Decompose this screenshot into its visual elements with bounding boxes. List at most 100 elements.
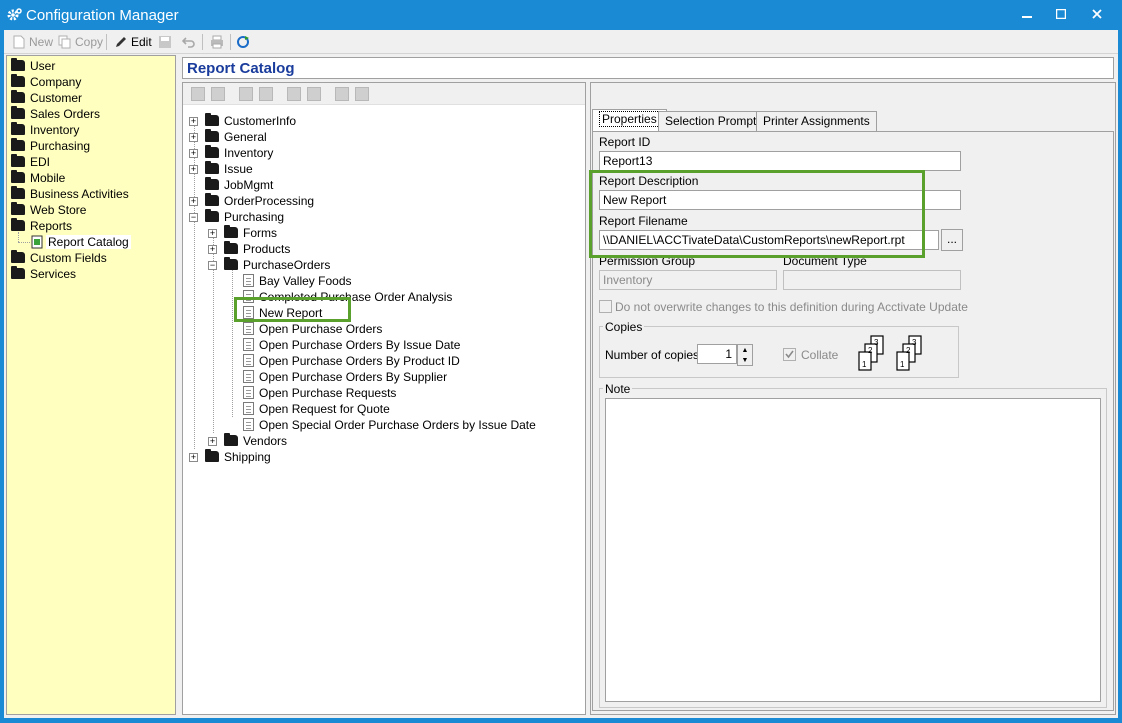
edit-button[interactable]: Edit	[114, 32, 152, 52]
tree-node-inventory[interactable]: + Inventory	[189, 145, 273, 161]
open-folder-icon[interactable]	[191, 87, 205, 101]
folder-icon	[205, 161, 219, 174]
folder-icon	[205, 129, 219, 142]
undo-button[interactable]	[182, 32, 199, 52]
expand-icon[interactable]: +	[189, 117, 198, 126]
tree-report-open-special-order-po[interactable]: Open Special Order Purchase Orders by Is…	[243, 417, 536, 433]
expand-icon[interactable]: +	[189, 133, 198, 142]
tree-report-open-purchase-orders[interactable]: Open Purchase Orders	[243, 321, 382, 337]
tab-printer-assignments[interactable]: Printer Assignments	[756, 111, 877, 131]
nav-item-purchasing[interactable]: Purchasing	[11, 138, 90, 154]
delete-icon[interactable]	[259, 87, 273, 101]
collapse-icon[interactable]: −	[208, 261, 217, 270]
paste-icon[interactable]	[307, 87, 321, 101]
copy-icon[interactable]	[287, 87, 301, 101]
report-id-field[interactable]: Report13	[599, 151, 961, 171]
nav-item-report-catalog[interactable]: Report Catalog	[31, 234, 131, 250]
folder-icon	[11, 170, 25, 183]
search-folder-icon[interactable]	[211, 87, 225, 101]
page-title: Report Catalog	[187, 60, 295, 77]
tree-report-open-po-by-supplier[interactable]: Open Purchase Orders By Supplier	[243, 369, 447, 385]
collate-checkbox[interactable]	[783, 348, 796, 361]
add-icon[interactable]	[239, 87, 253, 101]
new-button[interactable]: New	[12, 32, 53, 52]
open-folder-icon	[11, 218, 25, 231]
expand-icon[interactable]: +	[189, 165, 198, 174]
nav-item-edi[interactable]: EDI	[11, 154, 50, 170]
new-report-highlight	[234, 297, 351, 322]
tree-node-products[interactable]: + Products	[208, 241, 290, 257]
expand-icon[interactable]: +	[208, 245, 217, 254]
nav-item-business-activities[interactable]: Business Activities	[11, 186, 129, 202]
expand-icon[interactable]: +	[189, 149, 198, 158]
overwrite-checkbox[interactable]	[599, 300, 612, 313]
svg-text:1: 1	[900, 360, 905, 369]
folder-icon	[205, 113, 219, 126]
tree-connector	[18, 232, 19, 242]
folder-icon	[11, 250, 25, 263]
tree-report-open-purchase-requests[interactable]: Open Purchase Requests	[243, 385, 396, 401]
edit-button-label: Edit	[131, 35, 152, 49]
nav-item-company[interactable]: Company	[11, 74, 81, 90]
tree-node-jobmgmt[interactable]: JobMgmt	[189, 177, 273, 193]
svg-text:2: 2	[868, 346, 873, 355]
tree-report-bay-valley-foods[interactable]: Bay Valley Foods	[243, 273, 352, 289]
tab-properties[interactable]: Properties	[592, 109, 667, 131]
nav-item-mobile[interactable]: Mobile	[11, 170, 65, 186]
note-textarea[interactable]	[605, 398, 1101, 702]
tree-node-vendors[interactable]: + Vendors	[208, 433, 287, 449]
nav-item-web-store[interactable]: Web Store	[11, 202, 86, 218]
nav-item-customer[interactable]: Customer	[11, 90, 82, 106]
tab-selection-prompts[interactable]: Selection Prompts	[658, 111, 770, 131]
expand-icon[interactable]: +	[189, 197, 198, 206]
overwrite-label: Do not overwrite changes to this definit…	[615, 300, 968, 314]
tree-node-customerinfo[interactable]: + CustomerInfo	[189, 113, 296, 129]
refresh-button[interactable]	[236, 32, 253, 52]
document-type-select[interactable]	[783, 270, 961, 290]
tree-report-open-po-by-product-id[interactable]: Open Purchase Orders By Product ID	[243, 353, 460, 369]
save-button[interactable]	[158, 32, 175, 52]
close-button[interactable]	[1082, 3, 1112, 25]
nav-item-user[interactable]: User	[11, 58, 55, 74]
maximize-button[interactable]	[1046, 3, 1076, 25]
report-document-icon	[243, 418, 254, 431]
title-bar[interactable]: Configuration Manager	[0, 0, 1122, 30]
copy-button[interactable]: Copy	[58, 32, 103, 52]
tree-toolbar	[183, 83, 585, 105]
tree-node-orderprocessing[interactable]: + OrderProcessing	[189, 193, 314, 209]
minimize-button[interactable]	[1012, 3, 1042, 25]
svg-text:1: 1	[862, 360, 867, 369]
tree-node-purchasing[interactable]: − Purchasing	[189, 209, 284, 225]
gear-icon	[7, 8, 22, 21]
report-document-icon	[243, 338, 254, 351]
tree-report-open-request-for-quote[interactable]: Open Request for Quote	[243, 401, 390, 417]
permission-group-select[interactable]: Inventory	[599, 270, 777, 290]
folder-icon	[11, 186, 25, 199]
tree-node-shipping[interactable]: + Shipping	[189, 449, 271, 465]
tree-node-forms[interactable]: + Forms	[208, 225, 277, 241]
nav-item-custom-fields[interactable]: Custom Fields	[11, 250, 107, 266]
copies-spinner[interactable]: ▲ ▼	[737, 344, 753, 366]
number-of-copies-input[interactable]: 1	[697, 344, 737, 364]
expand-icon[interactable]: +	[189, 453, 198, 462]
tree-report-open-po-by-issue-date[interactable]: Open Purchase Orders By Issue Date	[243, 337, 460, 353]
copy-button-label: Copy	[75, 35, 104, 49]
nav-item-inventory[interactable]: Inventory	[11, 122, 79, 138]
expand-icon[interactable]: +	[208, 437, 217, 446]
nav-item-sales-orders[interactable]: Sales Orders	[11, 106, 100, 122]
nav-item-reports[interactable]: Reports	[11, 218, 72, 234]
tree-node-issue[interactable]: + Issue	[189, 161, 253, 177]
print-button[interactable]	[210, 32, 227, 52]
collapse-icon[interactable]: −	[189, 213, 198, 222]
tree-node-general[interactable]: + General	[189, 129, 267, 145]
tree-node-purchaseorders[interactable]: − PurchaseOrders	[208, 257, 330, 273]
folder-icon	[224, 225, 238, 238]
nav-item-services[interactable]: Services	[11, 266, 76, 282]
import-icon[interactable]	[335, 87, 349, 101]
expand-icon[interactable]: +	[208, 229, 217, 238]
export-icon[interactable]	[355, 87, 369, 101]
folder-icon	[11, 122, 25, 135]
browse-button[interactable]: ...	[941, 229, 963, 251]
report-document-icon	[243, 274, 254, 287]
left-navigation: User Company Customer Sales Orders Inven…	[6, 55, 176, 715]
